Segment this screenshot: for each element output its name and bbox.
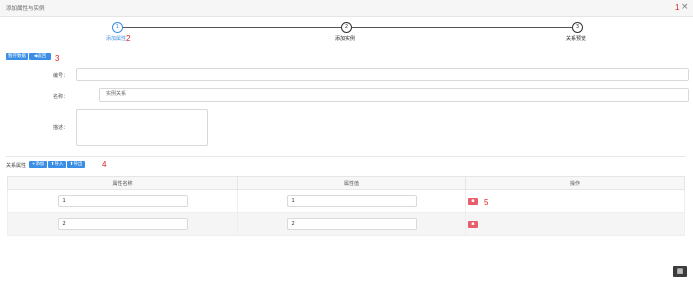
header-attr-name: 属性名称 (7, 176, 238, 190)
step-3-label[interactable]: 关系预览 (566, 35, 586, 42)
name-label: 名称： (52, 94, 68, 100)
description-textarea[interactable] (76, 109, 208, 146)
step-1-circle[interactable]: 1 (112, 22, 123, 33)
step-1-label[interactable]: 添加属性 (106, 35, 126, 42)
attr-value-input[interactable]: 1 (286, 195, 417, 207)
step-connector-2 (351, 27, 572, 28)
table-row: 1 1 ▪ (7, 189, 685, 213)
annotation-2: 2 (126, 34, 131, 43)
calculator-icon[interactable]: ▦ (673, 266, 687, 277)
name-input[interactable]: 实例关系 (99, 88, 689, 102)
table-header-row: 属性名称 属性值 操作 (7, 176, 685, 190)
step-2-circle[interactable]: 2 (341, 22, 352, 33)
step-2-label[interactable]: 添加实例 (335, 35, 355, 42)
dialog-title: 添加属性与实例 (6, 6, 45, 12)
header-attr-value: 属性值 (237, 176, 466, 190)
attr-value-input[interactable]: 2 (286, 218, 417, 230)
import-button[interactable]: ⬆导入 (48, 161, 66, 168)
step-connector-1 (122, 27, 341, 28)
table-cell: ▪ (465, 189, 685, 213)
annotation-3: 3 (55, 54, 60, 63)
save-draft-button[interactable]: 暂存数据 (6, 53, 28, 60)
table-cell: 1 (7, 189, 238, 213)
table-cell: 1 (237, 189, 466, 213)
step-3-circle[interactable]: 3 (572, 22, 583, 33)
code-input[interactable] (76, 68, 689, 81)
section-divider (6, 156, 686, 157)
delete-button[interactable]: ▪ (468, 197, 478, 205)
back-button[interactable]: ◀返回 (29, 53, 51, 60)
attr-name-input[interactable]: 2 (57, 218, 188, 230)
attr-name-input[interactable]: 1 (57, 195, 188, 207)
code-label: 编号： (52, 73, 68, 79)
table-cell: ▪ (465, 212, 685, 236)
description-label: 描述： (52, 125, 68, 131)
table-cell: 2 (7, 212, 238, 236)
annotation-4: 4 (102, 160, 107, 169)
add-button[interactable]: +添加 (29, 161, 47, 168)
annotation-5: 5 (484, 198, 489, 207)
close-icon[interactable]: × (681, 3, 689, 12)
table-cell: 2 (237, 212, 466, 236)
relation-section-label: 关系属性 (6, 163, 27, 169)
annotation-1: 1 (675, 3, 680, 12)
dialog-titlebar: 添加属性与实例 (0, 0, 693, 17)
header-action: 操作 (465, 176, 685, 190)
relation-table: 属性名称 属性值 操作 1 1 ▪ 2 2 ▪ (7, 176, 685, 236)
table-row: 2 2 ▪ (7, 212, 685, 236)
delete-button[interactable]: ▪ (468, 220, 478, 228)
export-button[interactable]: ⬆导出 (67, 161, 85, 168)
